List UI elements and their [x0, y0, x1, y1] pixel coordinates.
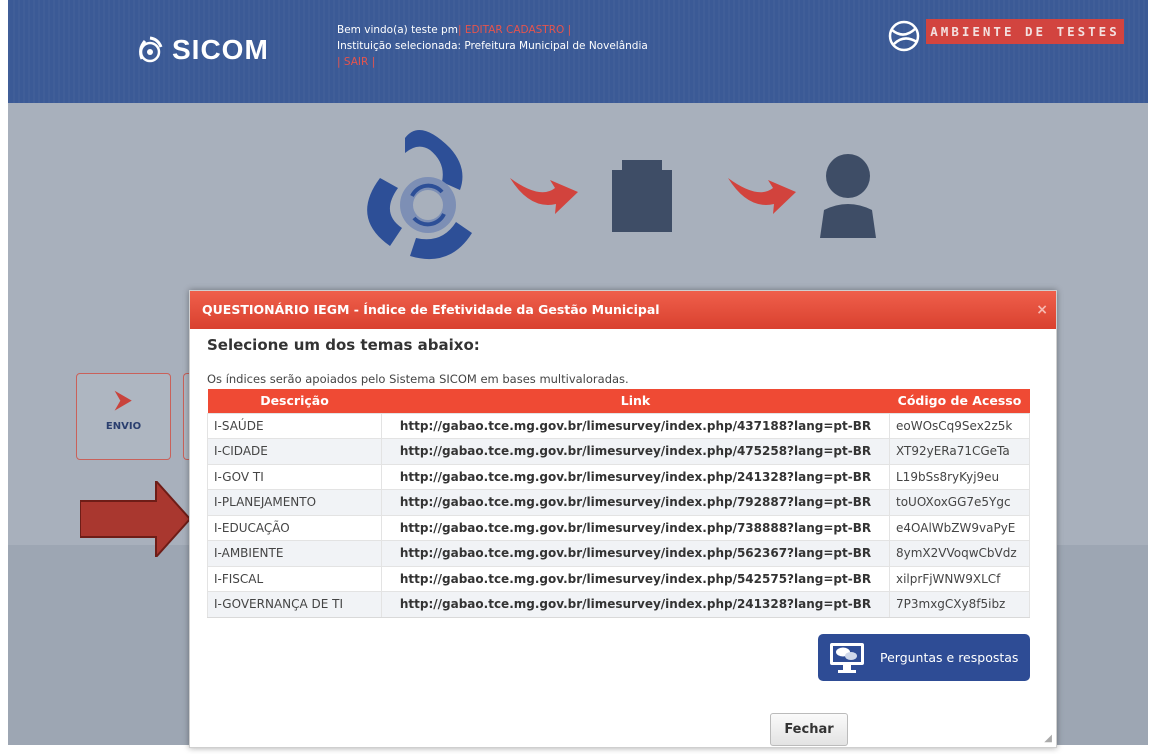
- envio-icon: ⮞: [115, 388, 132, 413]
- col-codigo: Código de Acesso: [889, 389, 1030, 413]
- workflow-illustration: [367, 130, 876, 260]
- table-row[interactable]: I-SAÚDE http://gabao.tce.mg.gov.br/limesu…: [207, 412, 1030, 439]
- faq-button[interactable]: Perguntas e respostas: [818, 634, 1030, 681]
- building-icon: [612, 160, 672, 232]
- person-icon: [820, 154, 876, 238]
- row-codigo: 7P3mxgCXy8f5ibz: [889, 591, 1030, 618]
- themes-table: Descrição Link Código de Acesso I-SAÚDE h…: [207, 389, 1030, 618]
- row-descricao: I-SAÚDE: [207, 412, 382, 439]
- row-codigo: L19bSs8ryKyj9eu: [889, 463, 1030, 490]
- globe-icon: [888, 20, 920, 52]
- sicom-emblem-icon: [139, 36, 163, 63]
- row-link[interactable]: http://gabao.tce.mg.gov.br/limesurvey/in…: [381, 438, 890, 464]
- row-link[interactable]: http://gabao.tce.mg.gov.br/limesurvey/in…: [381, 565, 890, 592]
- row-link[interactable]: http://gabao.tce.mg.gov.br/limesurvey/in…: [381, 514, 890, 541]
- table-row[interactable]: I-PLANEJAMENTO http://gabao.tce.mg.gov.br…: [207, 489, 1030, 515]
- row-codigo: 8ymX2VVoqwCbVdz: [889, 540, 1030, 566]
- row-descricao: I-GOVERNANÇA DE TI: [207, 591, 382, 618]
- close-button[interactable]: Fechar: [770, 713, 848, 746]
- sicom-logo[interactable]: SICOM: [136, 34, 269, 66]
- environment-badge: AMBIENTE DE TESTES: [926, 19, 1124, 44]
- institution-label: Instituição selecionada: Prefeitura Muni…: [337, 40, 648, 52]
- table-row[interactable]: I-FISCAL http://gabao.tce.mg.gov.br/limes…: [207, 565, 1030, 592]
- sicom-cycle-icon: [367, 130, 472, 260]
- iegm-modal: QUESTIONÁRIO IEGM - Índice de Efetividad…: [189, 290, 1057, 748]
- row-descricao: I-GOV TI: [207, 463, 382, 490]
- brand-name: SICOM: [172, 34, 269, 65]
- row-codigo: eoWOsCq9Sex2z5k: [889, 412, 1030, 439]
- row-codigo: toUOXoxGG7e5Ygc: [889, 489, 1030, 515]
- row-link[interactable]: http://gabao.tce.mg.gov.br/limesurvey/in…: [381, 591, 890, 618]
- close-icon[interactable]: ×: [1036, 291, 1048, 329]
- row-descricao: I-FISCAL: [207, 565, 382, 592]
- table-row[interactable]: I-GOVERNANÇA DE TI http://gabao.tce.mg.go…: [207, 591, 1030, 618]
- row-descricao: I-EDUCAÇÃO: [207, 514, 382, 541]
- row-link[interactable]: http://gabao.tce.mg.gov.br/limesurvey/in…: [381, 540, 890, 566]
- top-header: SICOM Bem vindo(a) teste pm| EDITAR CADA…: [8, 0, 1148, 103]
- arrow-right-icon: [510, 178, 578, 214]
- callout-arrow-icon: [80, 481, 190, 557]
- row-descricao: I-AMBIENTE: [207, 540, 382, 566]
- row-link[interactable]: http://gabao.tce.mg.gov.br/limesurvey/in…: [381, 412, 890, 439]
- modal-title: QUESTIONÁRIO IEGM - Índice de Efetividad…: [202, 302, 660, 317]
- arrow-right-icon-2: [728, 178, 796, 214]
- col-descricao: Descrição: [207, 389, 382, 413]
- row-descricao: I-PLANEJAMENTO: [207, 489, 382, 515]
- table-row[interactable]: I-AMBIENTE http://gabao.tce.mg.gov.br/lim…: [207, 540, 1030, 566]
- modal-heading: Selecione um dos temas abaixo:: [207, 336, 480, 354]
- table-header-row: Descrição Link Código de Acesso: [207, 389, 1030, 413]
- modal-subtitle: Os índices serão apoiados pelo Sistema S…: [207, 372, 629, 386]
- faq-monitor-icon: [830, 642, 864, 673]
- table-row[interactable]: I-GOV TI http://gabao.tce.mg.gov.br/limes…: [207, 463, 1030, 490]
- logout-link[interactable]: | SAIR |: [337, 54, 648, 70]
- welcome-text: Bem vindo(a) teste pm: [337, 24, 458, 36]
- table-row[interactable]: I-EDUCAÇÃO http://gabao.tce.mg.gov.br/lim…: [207, 514, 1030, 541]
- edit-profile-link[interactable]: | EDITAR CADASTRO |: [458, 24, 571, 36]
- faq-button-label: Perguntas e respostas: [880, 650, 1019, 665]
- col-link: Link: [381, 389, 890, 413]
- table-row[interactable]: I-CIDADE http://gabao.tce.mg.gov.br/limes…: [207, 438, 1030, 464]
- row-codigo: xilprFjWNW9XLCf: [889, 565, 1030, 592]
- modal-title-bar: QUESTIONÁRIO IEGM - Índice de Efetividad…: [190, 291, 1056, 329]
- row-descricao: I-CIDADE: [207, 438, 382, 464]
- row-link[interactable]: http://gabao.tce.mg.gov.br/limesurvey/in…: [381, 463, 890, 490]
- row-codigo: XT92yERa71CGeTa: [889, 438, 1030, 464]
- envio-label: ENVIO: [105, 421, 142, 432]
- welcome-block: Bem vindo(a) teste pm| EDITAR CADASTRO |…: [337, 22, 648, 70]
- resize-handle-icon[interactable]: ◢: [1044, 733, 1052, 744]
- row-codigo: e4OAlWbZW9vaPyE: [889, 514, 1030, 541]
- envio-card[interactable]: ⮞ ENVIO: [76, 373, 171, 460]
- row-link[interactable]: http://gabao.tce.mg.gov.br/limesurvey/in…: [381, 489, 890, 515]
